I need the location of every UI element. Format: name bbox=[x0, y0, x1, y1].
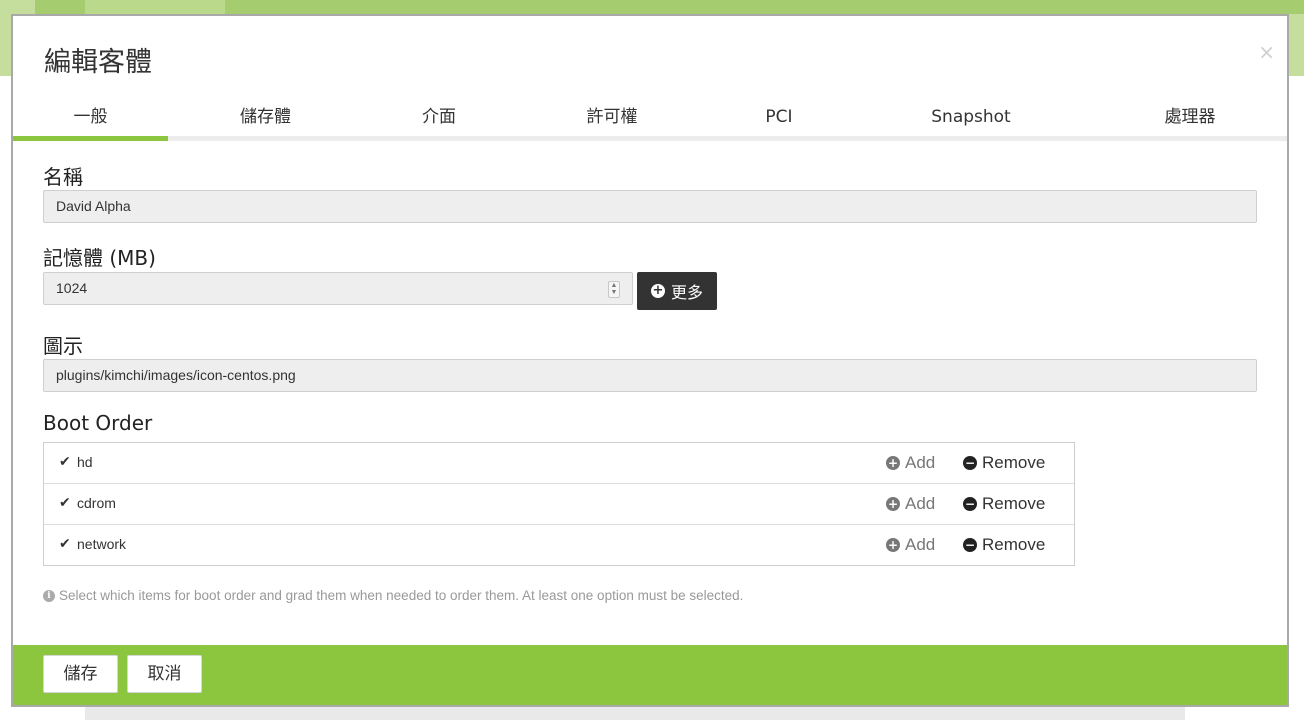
tab-pci[interactable]: PCI bbox=[709, 99, 849, 135]
memory-value: 1024 bbox=[56, 280, 88, 296]
remove-label: Remove bbox=[982, 494, 1046, 513]
close-icon[interactable]: × bbox=[1258, 40, 1275, 64]
remove-button[interactable]: − Remove bbox=[963, 535, 1045, 555]
save-button[interactable]: 儲存 bbox=[43, 655, 118, 693]
tab-bar-divider bbox=[13, 136, 1287, 141]
tab-bar: 一般 儲存體 介面 許可權 PCI Snapshot 處理器 bbox=[13, 99, 1287, 141]
minus-circle-icon: − bbox=[963, 538, 977, 552]
more-button-label: 更多 bbox=[670, 283, 703, 302]
checkmark-icon: ✔ bbox=[59, 536, 71, 552]
boot-order-help: i Select which items for boot order and … bbox=[43, 588, 743, 603]
boot-item-network[interactable]: ✔ network + Add − Remove bbox=[44, 525, 1074, 566]
boot-item-name: network bbox=[77, 536, 127, 552]
memory-field[interactable]: 1024 ▲ ▼ bbox=[43, 272, 633, 305]
remove-label: Remove bbox=[982, 535, 1046, 554]
modal-title: 編輯客體 bbox=[44, 47, 152, 78]
boot-item-hd[interactable]: ✔ hd + Add − Remove bbox=[44, 443, 1074, 484]
add-button[interactable]: + Add bbox=[886, 453, 935, 473]
name-field[interactable]: David Alpha bbox=[43, 190, 1257, 223]
background-nav bbox=[35, 0, 1304, 14]
icon-label: 圖示 bbox=[43, 334, 83, 358]
remove-button[interactable]: − Remove bbox=[963, 453, 1045, 473]
modal-footer: 儲存 取消 bbox=[13, 645, 1287, 705]
help-text: Select which items for boot order and gr… bbox=[59, 588, 744, 603]
boot-item-name: hd bbox=[77, 454, 93, 470]
plus-circle-icon: + bbox=[886, 538, 900, 552]
memory-spinner[interactable]: ▲ ▼ bbox=[608, 281, 620, 298]
remove-label: Remove bbox=[982, 453, 1046, 472]
checkmark-icon: ✔ bbox=[59, 495, 71, 511]
add-button[interactable]: + Add bbox=[886, 535, 935, 555]
edit-guest-modal: 編輯客體 × 一般 儲存體 介面 許可權 PCI Snapshot 處理器 名稱… bbox=[11, 14, 1289, 707]
add-label: Add bbox=[905, 494, 936, 513]
active-tab-indicator bbox=[13, 136, 168, 141]
tab-snapshot[interactable]: Snapshot bbox=[849, 99, 1093, 135]
tab-storage[interactable]: 儲存體 bbox=[168, 99, 363, 135]
remove-button[interactable]: − Remove bbox=[963, 494, 1045, 514]
info-icon: i bbox=[43, 589, 55, 602]
boot-item-name: cdrom bbox=[77, 495, 116, 511]
plus-circle-icon: + bbox=[886, 456, 900, 470]
minus-circle-icon: − bbox=[963, 456, 977, 470]
memory-label: 記憶體 (MB) bbox=[43, 246, 156, 270]
boot-item-cdrom[interactable]: ✔ cdrom + Add − Remove bbox=[44, 484, 1074, 525]
name-label: 名稱 bbox=[43, 165, 83, 189]
checkmark-icon: ✔ bbox=[59, 454, 71, 470]
add-label: Add bbox=[905, 453, 936, 472]
tab-general[interactable]: 一般 bbox=[13, 99, 168, 135]
tab-permission[interactable]: 許可權 bbox=[515, 99, 709, 135]
tab-interface[interactable]: 介面 bbox=[363, 99, 515, 135]
boot-order-label: Boot Order bbox=[43, 411, 153, 435]
icon-path-field[interactable]: plugins/kimchi/images/icon-centos.png bbox=[43, 359, 1257, 392]
more-button[interactable]: + 更多 bbox=[637, 272, 717, 310]
add-button[interactable]: + Add bbox=[886, 494, 935, 514]
minus-circle-icon: − bbox=[963, 497, 977, 511]
background-nav-active bbox=[85, 0, 225, 14]
plus-circle-icon: + bbox=[650, 283, 665, 298]
tab-processor[interactable]: 處理器 bbox=[1093, 99, 1287, 135]
plus-circle-icon: + bbox=[886, 497, 900, 511]
add-label: Add bbox=[905, 535, 936, 554]
boot-order-list: ✔ hd + Add − Remove ✔ cdrom + Add − Remo… bbox=[43, 442, 1075, 566]
cancel-button[interactable]: 取消 bbox=[127, 655, 202, 693]
